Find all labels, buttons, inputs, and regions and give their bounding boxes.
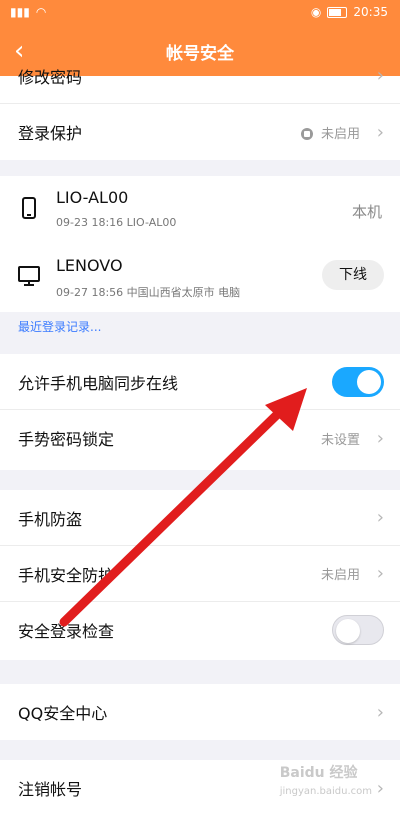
- login-protect-label: 登录保护: [18, 124, 83, 143]
- safe-login-check-label: 安全登录检查: [18, 622, 115, 641]
- cancel-account-label: 注销帐号: [18, 780, 83, 799]
- status-right: ◉ 20:35: [311, 5, 388, 19]
- phone-security-group: 手机防盗 › 手机安全防护 未启用 › 安全登录检查: [0, 490, 400, 660]
- wifi-icon: ◠: [35, 5, 47, 19]
- qq-security-group: QQ安全中心 ›: [0, 684, 400, 740]
- phone-icon: [22, 197, 36, 219]
- login-protect-row[interactable]: 登录保护 未启用 ›: [0, 104, 400, 160]
- sync-group: 允许手机电脑同步在线 手势密码锁定 未设置 ›: [0, 354, 400, 470]
- gesture-lock-value: 未设置: [320, 432, 360, 448]
- change-password-label: 修改密码: [18, 67, 83, 87]
- status-bar: ▮▮▮ ◠ ◉ 20:35: [0, 0, 400, 26]
- phone-protect-row[interactable]: 手机安全防护 未启用 ›: [0, 546, 400, 602]
- device-info: 09-27 18:56 中国山西省太原市 电脑: [56, 286, 241, 299]
- chevron-right-icon: ›: [376, 507, 384, 528]
- sync-online-toggle[interactable]: [332, 367, 384, 397]
- chevron-right-icon: ›: [376, 701, 384, 723]
- device-group: LIO-AL00 09-23 18:16 LIO-AL00 本机 LENOVO …: [0, 176, 400, 312]
- gesture-lock-row[interactable]: 手势密码锁定 未设置 ›: [0, 410, 400, 466]
- device-name: LENOVO: [56, 256, 123, 275]
- chevron-right-icon: ›: [376, 563, 384, 584]
- monitor-icon: [18, 266, 40, 286]
- anti-theft-row[interactable]: 手机防盗 ›: [0, 490, 400, 546]
- phone-protect-value: 未启用: [320, 568, 360, 583]
- chevron-right-icon: ›: [376, 121, 384, 143]
- anti-theft-label: 手机防盗: [18, 509, 83, 529]
- device-info: 09-23 18:16 LIO-AL00: [56, 216, 177, 229]
- logout-button[interactable]: 下线: [322, 260, 384, 290]
- gesture-lock-label: 手势密码锁定: [18, 430, 115, 449]
- login-protect-value: 未启用: [300, 123, 360, 142]
- device-item[interactable]: LENOVO 09-27 18:56 中国山西省太原市 电脑 下线: [0, 244, 400, 312]
- watermark: Baidu 经验 jingyan.baidu.com: [279, 765, 372, 797]
- recent-login-link[interactable]: 最近登录记录...: [18, 318, 101, 335]
- chevron-right-icon: ›: [376, 777, 384, 799]
- signal-icon: ▮▮▮: [10, 5, 30, 19]
- chevron-right-icon: ›: [376, 65, 384, 86]
- device-item[interactable]: LIO-AL00 09-23 18:16 LIO-AL00 本机: [0, 176, 400, 244]
- current-device-tag: 本机: [351, 203, 382, 221]
- qq-security-center-label: QQ安全中心: [18, 704, 108, 723]
- toggle-knob: [336, 619, 360, 643]
- password-group: 修改密码 › 登录保护 未启用 ›: [0, 65, 400, 160]
- device-name: LIO-AL00: [56, 188, 129, 207]
- lock-icon: [300, 127, 313, 140]
- sync-online-row[interactable]: 允许手机电脑同步在线: [0, 354, 400, 410]
- phone-protect-label: 手机安全防护: [18, 565, 115, 585]
- change-password-row[interactable]: 修改密码 ›: [0, 48, 400, 104]
- status-time: 20:35: [353, 5, 388, 19]
- battery-icon: [327, 6, 348, 18]
- eye-icon: ◉: [310, 5, 322, 19]
- chevron-right-icon: ›: [376, 427, 384, 449]
- safe-login-check-row[interactable]: 安全登录检查: [0, 602, 400, 658]
- sync-online-label: 允许手机电脑同步在线: [18, 373, 179, 393]
- qq-security-center-row[interactable]: QQ安全中心 ›: [0, 684, 400, 740]
- status-left: ▮▮▮ ◠: [10, 5, 46, 19]
- toggle-knob: [357, 370, 381, 394]
- safe-login-check-toggle[interactable]: [332, 615, 384, 645]
